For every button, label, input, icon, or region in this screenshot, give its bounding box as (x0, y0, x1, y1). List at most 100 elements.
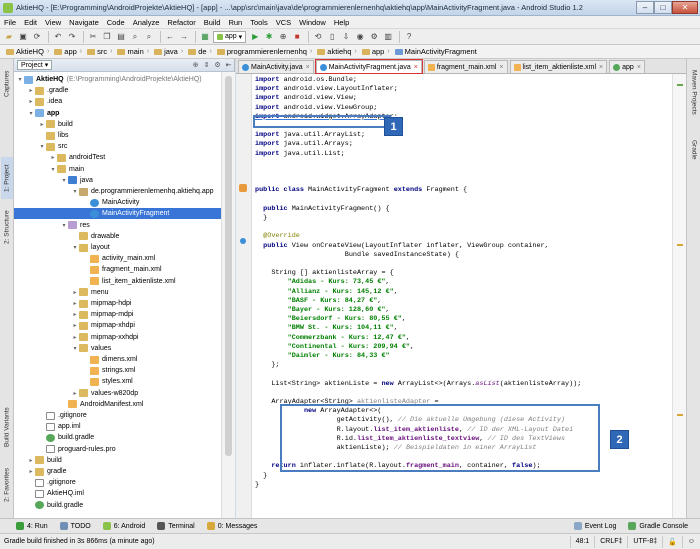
editor-tab[interactable]: list_item_aktienliste.xml × (509, 60, 608, 73)
breadcrumb-item[interactable]: programmierenlernenhq › (215, 46, 314, 58)
maximize-button[interactable]: □ (654, 0, 672, 14)
project-tree-scrollbar[interactable] (221, 72, 235, 518)
tool-window-button[interactable]: 0: Messages (206, 522, 257, 530)
cut-icon[interactable]: ✂ (87, 31, 99, 43)
debug-icon[interactable]: ✱ (263, 31, 275, 43)
find-icon[interactable]: ⌕ (129, 31, 141, 43)
chevron-down-icon[interactable]: ▾ (71, 188, 79, 195)
save-all-icon[interactable]: ▣ (17, 31, 29, 43)
chevron-right-icon[interactable]: ▸ (71, 300, 79, 307)
redo-icon[interactable]: ↷ (66, 31, 78, 43)
tree-item[interactable]: styles.xml (14, 376, 221, 387)
tree-item[interactable]: fragment_main.xml (14, 264, 221, 275)
undo-icon[interactable]: ↶ (52, 31, 64, 43)
chevron-down-icon[interactable]: ▾ (49, 166, 57, 173)
back-icon[interactable]: ← (164, 31, 176, 43)
chevron-right-icon[interactable]: ▸ (49, 154, 57, 161)
breadcrumb-item[interactable]: java › (152, 46, 185, 58)
close-icon[interactable]: × (637, 64, 641, 71)
tree-item[interactable]: build.gradle (14, 432, 221, 443)
tree-item[interactable]: ▸ values-w820dp (14, 388, 221, 399)
chevron-right-icon[interactable]: ▸ (71, 311, 79, 318)
tree-item[interactable]: MainActivityFragment (14, 208, 221, 220)
close-icon[interactable]: × (306, 64, 310, 71)
tree-item[interactable]: ▸ mipmap-xxhdpi (14, 332, 221, 343)
code-editor[interactable]: import android.os.Bundle; import android.… (236, 74, 686, 518)
breadcrumb-item[interactable]: de › (186, 46, 214, 58)
editor-scrollbar[interactable] (672, 74, 686, 518)
menu-code[interactable]: Code (103, 18, 129, 27)
chevron-down-icon[interactable]: ▾ (16, 76, 24, 83)
menu-tools[interactable]: Tools (246, 18, 272, 27)
chevron-down-icon[interactable]: ▾ (71, 345, 79, 352)
menu-run[interactable]: Run (224, 18, 246, 27)
chevron-right-icon[interactable]: ▸ (27, 98, 35, 105)
tab-project[interactable]: 1: Project (1, 157, 13, 199)
tree-item[interactable]: ▾ values (14, 343, 221, 354)
project-structure-icon[interactable]: ▥ (382, 31, 394, 43)
hide-panel-icon[interactable]: ⇤ (223, 61, 234, 69)
chevron-right-icon[interactable]: ▸ (27, 468, 35, 475)
tree-item[interactable]: ▸ mipmap-hdpi (14, 298, 221, 309)
lock-icon[interactable]: 🔓 (662, 535, 682, 548)
breadcrumb-item[interactable]: app › (52, 46, 84, 58)
make-project-icon[interactable]: ▦ (199, 31, 211, 43)
hector-icon[interactable]: ☺ (681, 535, 700, 548)
paste-icon[interactable]: ▤ (115, 31, 127, 43)
caret-position[interactable]: 48:1 (569, 535, 595, 548)
chevron-right-icon[interactable]: ▸ (71, 334, 79, 341)
tree-item[interactable]: .gitignore (14, 477, 221, 488)
close-icon[interactable]: × (599, 64, 603, 71)
tree-item[interactable]: MainActivity (14, 197, 221, 208)
tool-window-button[interactable]: TODO (59, 522, 91, 530)
chevron-down-icon[interactable]: ▾ (38, 143, 46, 150)
tree-item[interactable]: ▸ menu (14, 287, 221, 298)
tree-item[interactable]: ▾ res (14, 220, 221, 231)
tree-item[interactable]: ▾ src (14, 141, 221, 152)
collapse-all-icon[interactable]: ⇕ (201, 61, 212, 69)
chevron-right-icon[interactable]: ▸ (71, 322, 79, 329)
sync-icon[interactable]: ⟳ (31, 31, 43, 43)
menu-vcs[interactable]: VCS (272, 18, 295, 27)
settings-icon[interactable]: ⚙ (368, 31, 380, 43)
tree-item[interactable]: list_item_aktienliste.xml (14, 276, 221, 287)
editor-tab[interactable]: fragment_main.xml × (423, 60, 508, 73)
tree-item[interactable]: strings.xml (14, 365, 221, 376)
line-separator[interactable]: CRLF‡ (594, 535, 627, 548)
open-folder-icon[interactable]: ▰ (3, 31, 15, 43)
chevron-down-icon[interactable]: ▾ (27, 110, 35, 117)
close-button[interactable]: ✕ (672, 0, 698, 14)
tree-item[interactable]: drawable (14, 231, 221, 242)
tree-item[interactable]: ▸ gradle (14, 466, 221, 477)
tree-item[interactable]: ▸ build (14, 119, 221, 130)
sdk-manager-icon[interactable]: ⇩ (340, 31, 352, 43)
chevron-right-icon[interactable]: ▸ (71, 390, 79, 397)
breadcrumb-item[interactable]: aktiehq › (315, 46, 359, 58)
tab-build-variants[interactable]: Build Variants (1, 401, 13, 453)
tab-captures[interactable]: Captures (1, 63, 13, 105)
tree-item[interactable]: app.iml (14, 421, 221, 432)
editor-tab[interactable]: app × (609, 60, 645, 73)
replace-icon[interactable]: ⌕ (143, 31, 155, 43)
tab-maven-projects[interactable]: Maven Projects (688, 65, 700, 119)
tree-item[interactable]: ▾ java (14, 175, 221, 186)
tree-item[interactable]: ▾ de.programmierenlernenhq.aktiehq.app (14, 186, 221, 197)
tree-item[interactable]: .gitignore (14, 410, 221, 421)
tree-item[interactable]: build.gradle (14, 500, 221, 511)
tool-window-button[interactable]: 6: Android (102, 522, 145, 530)
tree-item[interactable]: dimens.xml (14, 354, 221, 365)
menu-navigate[interactable]: Navigate (65, 18, 103, 27)
tree-item[interactable]: ▾ main (14, 164, 221, 175)
attach-debugger-icon[interactable]: ⊕ (277, 31, 289, 43)
minimize-button[interactable]: – (636, 0, 654, 14)
tree-item[interactable]: AndroidManifest.xml (14, 399, 221, 410)
chevron-down-icon[interactable]: ▾ (60, 177, 68, 184)
menu-help[interactable]: Help (330, 18, 353, 27)
tool-window-button[interactable]: Event Log (573, 522, 616, 530)
file-encoding[interactable]: UTF-8‡ (627, 535, 662, 548)
chevron-right-icon[interactable]: ▸ (71, 289, 79, 296)
tool-window-button[interactable]: Terminal (157, 522, 195, 530)
tree-item[interactable]: AktieHQ.iml (14, 488, 221, 499)
menu-analyze[interactable]: Analyze (129, 18, 164, 27)
tree-item[interactable]: ▾ layout (14, 242, 221, 253)
